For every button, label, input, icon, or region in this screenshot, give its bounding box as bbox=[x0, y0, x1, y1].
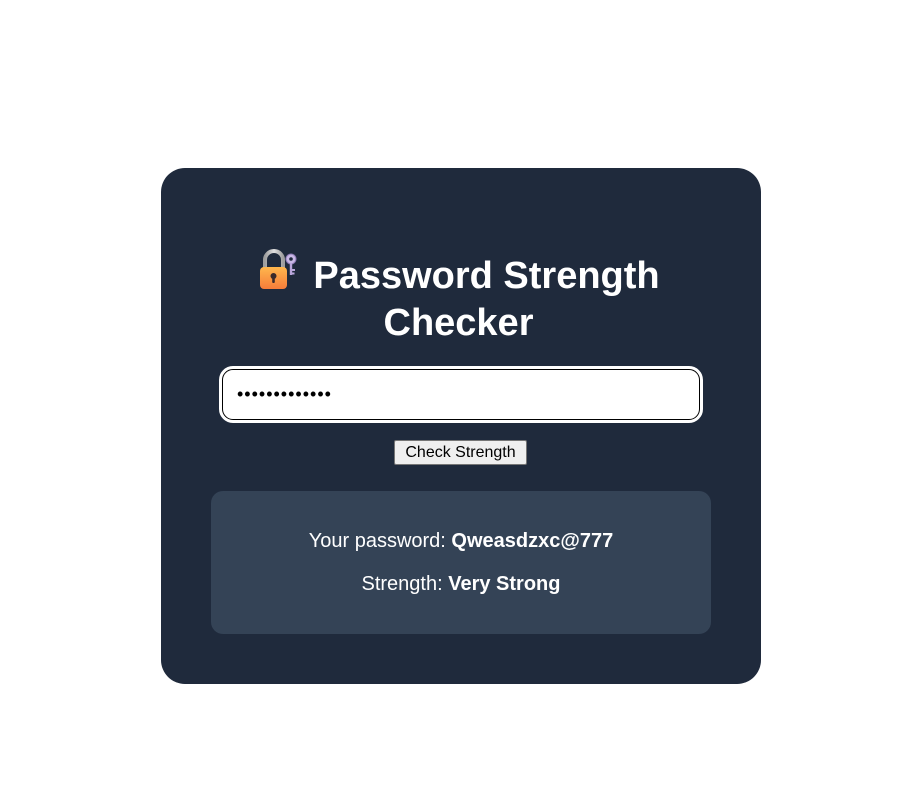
check-strength-button[interactable]: Check Strength bbox=[394, 440, 527, 465]
strength-value: Very Strong bbox=[448, 573, 561, 595]
locked-with-key-icon bbox=[260, 249, 297, 289]
page-title: Password Strength Checker bbox=[0, 248, 917, 347]
title-text-1: Password Strength bbox=[313, 255, 660, 297]
title-line-1: Password Strength bbox=[0, 248, 917, 300]
password-result: Your password: Qweasdzxc@777 bbox=[211, 529, 711, 553]
strength-result: Strength: Very Strong bbox=[211, 572, 711, 596]
strength-label: Strength: bbox=[361, 573, 443, 595]
title-line-2: Checker bbox=[383, 302, 534, 344]
result-panel: Your password: Qweasdzxc@777 Strength: V… bbox=[211, 491, 711, 634]
password-value: Qweasdzxc@777 bbox=[451, 530, 614, 552]
password-label: Your password: bbox=[308, 530, 446, 552]
password-input[interactable] bbox=[219, 366, 703, 423]
